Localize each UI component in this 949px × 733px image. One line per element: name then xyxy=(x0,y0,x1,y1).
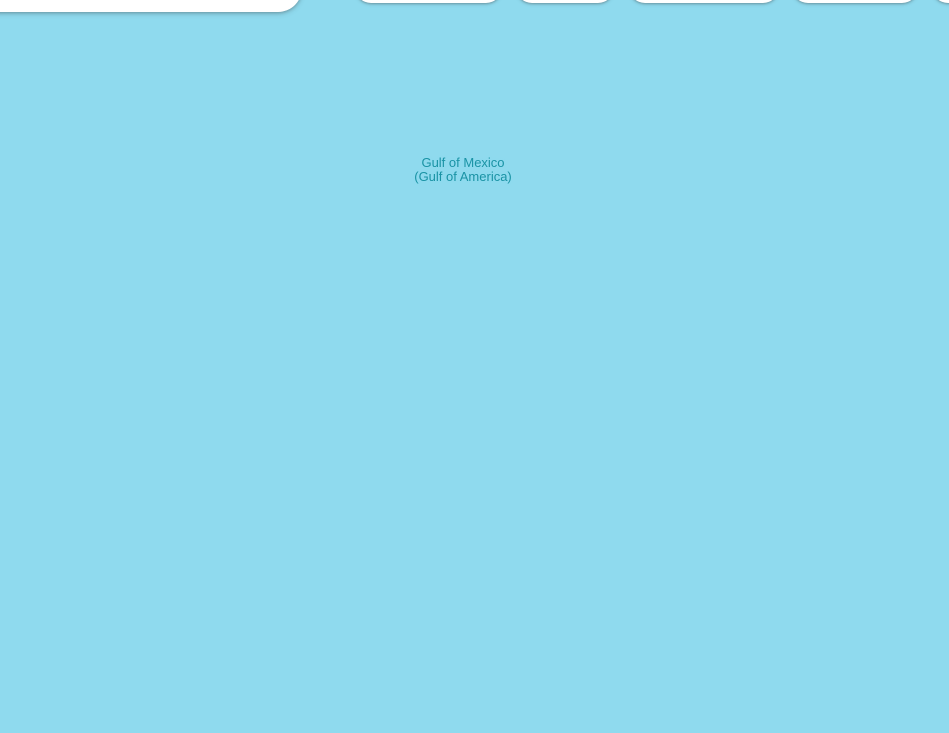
filter-chip[interactable] xyxy=(516,0,614,3)
water-body-label: Gulf of Mexico (Gulf of America) xyxy=(414,155,512,184)
map-canvas[interactable] xyxy=(0,0,949,733)
filter-chip[interactable] xyxy=(629,0,779,3)
filter-chip[interactable] xyxy=(792,0,918,3)
filter-chip[interactable] xyxy=(355,0,502,3)
search-panel[interactable] xyxy=(0,0,302,12)
